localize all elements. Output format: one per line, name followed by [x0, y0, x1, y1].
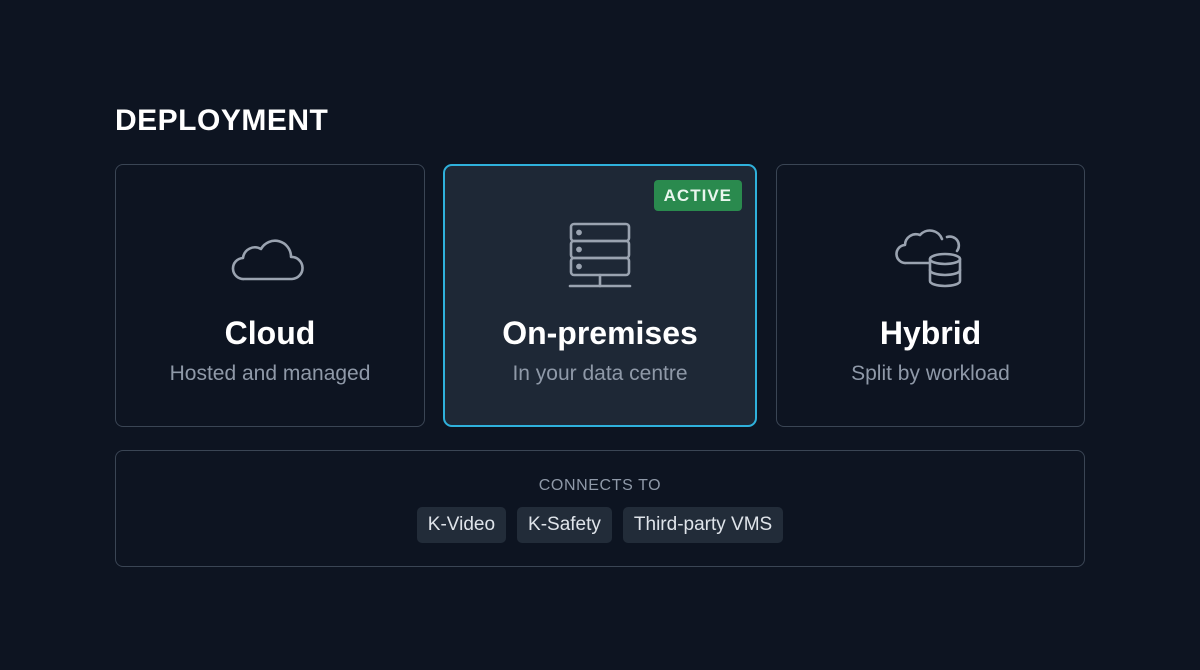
deployment-page: DEPLOYMENT Cloud Hosted and managed ACTI… — [0, 0, 1200, 670]
option-subtitle: Split by workload — [851, 362, 1010, 385]
deployment-option-hybrid[interactable]: Hybrid Split by workload — [776, 164, 1085, 427]
connects-to-panel: CONNECTS TO K-Video K-Safety Third-party… — [115, 450, 1085, 567]
section-title: DEPLOYMENT — [115, 104, 329, 137]
option-subtitle: Hosted and managed — [169, 362, 371, 385]
cloud-database-icon — [889, 223, 973, 293]
option-subtitle: In your data centre — [512, 362, 688, 385]
connects-to-label: CONNECTS TO — [538, 477, 662, 494]
integration-chip-third-party-vms: Third-party VMS — [622, 507, 784, 543]
integration-chip-k-video: K-Video — [416, 507, 507, 543]
integration-chip-k-safety: K-Safety — [517, 507, 612, 543]
option-title: On-premises — [502, 315, 698, 351]
server-icon — [558, 221, 642, 291]
cloud-icon — [228, 223, 312, 293]
active-badge: ACTIVE — [653, 180, 742, 211]
deployment-option-cloud[interactable]: Cloud Hosted and managed — [115, 164, 425, 427]
integration-list: K-Video K-Safety Third-party VMS — [116, 507, 1084, 543]
option-title: Cloud — [224, 315, 316, 351]
deployment-option-on-premises[interactable]: ACTIVE On-premises In your data centre — [443, 164, 757, 427]
option-title: Hybrid — [879, 315, 982, 351]
